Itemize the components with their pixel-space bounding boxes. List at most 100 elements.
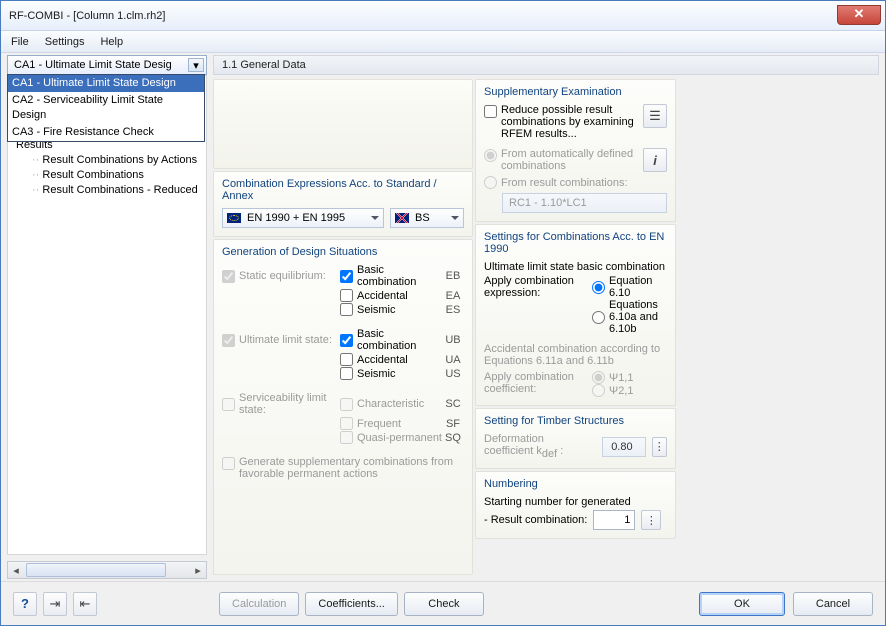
window-title: RF-COMBI - [Column 1.clm.rh2]	[9, 10, 165, 22]
numbering-pane: Numbering Starting number for generated …	[475, 471, 676, 539]
window-close-button[interactable]: ✕	[837, 5, 881, 25]
start-number-input[interactable]: 1	[593, 510, 635, 530]
content-col-a: Combination Expressions Acc. to Standard…	[213, 79, 473, 575]
tree-results-by-actions[interactable]: Result Combinations by Actions	[12, 153, 202, 168]
code-ea: EA	[442, 290, 464, 302]
eq610ab-radio-row: Equations 6.10a and 6.10b	[592, 299, 667, 335]
kdef-pick-icon[interactable]: ⋮	[652, 437, 667, 457]
case-option-ca3[interactable]: CA3 - Fire Resistance Check	[8, 124, 204, 141]
supplementary-exam-header: Supplementary Examination	[484, 86, 667, 98]
content-col-b: Supplementary Examination Reduce possibl…	[475, 79, 676, 575]
uls-check[interactable]: Ultimate limit state:	[222, 334, 340, 347]
cancel-button[interactable]: Cancel	[793, 592, 873, 616]
sc-characteristic-check[interactable]: Characteristic	[340, 398, 442, 411]
coefficients-button[interactable]: Coefficients...	[305, 592, 397, 616]
check-button[interactable]: Check	[404, 592, 484, 616]
calculation-button[interactable]: Calculation	[219, 592, 299, 616]
psi21-radio[interactable]	[592, 384, 605, 397]
sq-quasi-check[interactable]: Quasi-permanent	[340, 431, 442, 444]
numbering-line1: Starting number for generated	[484, 496, 667, 508]
result-combo-select[interactable]: RC1 - 1.10*LC1	[502, 193, 667, 213]
help-button[interactable]: ?	[13, 592, 37, 616]
reduce-results-check[interactable]: Reduce possible result combinations by e…	[484, 104, 639, 140]
content-empty-right	[678, 79, 879, 575]
export-icon[interactable]: ⇤	[73, 592, 97, 616]
from-auto-radio[interactable]	[484, 149, 497, 162]
case-option-ca1[interactable]: CA1 - Ultimate Limit State Design	[8, 75, 204, 92]
standard-select-text: EN 1990 + EN 1995	[247, 212, 345, 224]
case-dropdown: CA1 - Ultimate Limit State Design CA2 - …	[7, 74, 205, 142]
us-seismic-check[interactable]: Seismic	[340, 367, 442, 380]
numbering-header: Numbering	[484, 478, 667, 490]
ub-basic-check[interactable]: Basic combination	[340, 328, 442, 352]
ua-accidental-check[interactable]: Accidental	[340, 353, 442, 366]
menu-bar: File Settings Help	[1, 31, 885, 53]
code-ua: UA	[442, 354, 464, 366]
body-row: CA1 - Ultimate Limit State Desig ▾ CA1 -…	[1, 53, 885, 581]
timber-header: Setting for Timber Structures	[484, 415, 667, 427]
code-us: US	[442, 368, 464, 380]
code-sc: SC	[442, 398, 464, 410]
menu-settings[interactable]: Settings	[45, 36, 85, 48]
chevron-down-icon	[371, 216, 379, 220]
annex-select-text: BS	[415, 212, 430, 224]
apply-coef-label: Apply combination coefficient:	[484, 371, 584, 397]
menu-help[interactable]: Help	[100, 36, 123, 48]
title-bar: RF-COMBI - [Column 1.clm.rh2] ✕	[1, 1, 885, 31]
sf-frequent-check[interactable]: Frequent	[340, 417, 442, 430]
import-icon[interactable]: ⇥	[43, 592, 67, 616]
annex-select[interactable]: BS	[390, 208, 464, 228]
eq610ab-radio[interactable]	[592, 311, 605, 324]
case-option-ca2[interactable]: CA2 - Serviceability Limit State Design	[8, 92, 204, 124]
empty-pane	[213, 79, 473, 169]
tree-results-reduced[interactable]: Result Combinations - Reduced	[12, 183, 202, 198]
menu-file[interactable]: File	[11, 36, 29, 48]
scroll-right-icon: ▸	[190, 562, 206, 578]
eq610-radio[interactable]	[592, 281, 605, 294]
from-result-radio[interactable]	[484, 176, 497, 189]
result-combo-text: RC1 - 1.10*LC1	[509, 197, 587, 209]
code-sq: SQ	[442, 432, 464, 444]
ok-button[interactable]: OK	[699, 592, 785, 616]
tree-hscroll[interactable]: ◂ ▸	[7, 561, 207, 579]
sls-check[interactable]: Serviceability limit state:	[222, 392, 340, 416]
eu-flag-icon	[227, 213, 241, 223]
design-situations-header: Generation of Design Situations	[222, 246, 464, 258]
apply-expression-label: Apply combination expression:	[484, 275, 584, 335]
page-title: 1.1 General Data	[213, 55, 879, 75]
case-combo[interactable]: CA1 - Ultimate Limit State Desig ▾	[7, 55, 207, 75]
numbering-pick-icon[interactable]: ⋮	[641, 510, 661, 530]
right-column: 1.1 General Data Combination Expressions…	[213, 55, 879, 579]
left-column: CA1 - Ultimate Limit State Desig ▾ CA1 -…	[7, 55, 207, 579]
kdef-select[interactable]: 0.80	[602, 437, 646, 457]
content-area: Combination Expressions Acc. to Standard…	[213, 75, 879, 579]
uk-flag-icon	[395, 213, 409, 223]
tree-result-combinations[interactable]: Result Combinations	[12, 168, 202, 183]
design-situations-pane: Generation of Design Situations Static e…	[213, 239, 473, 575]
static-equilibrium-check[interactable]: Static equilibrium:	[222, 270, 340, 283]
psi11-radio[interactable]	[592, 371, 605, 384]
eq610-radio-row: Equation 6.10	[592, 275, 667, 299]
ea-accidental-check[interactable]: Accidental	[340, 289, 442, 302]
code-ub: UB	[442, 334, 464, 346]
code-eb: EB	[442, 270, 464, 282]
deformation-coef-label: Deformation coefficient kdef :	[484, 433, 590, 460]
es-seismic-check[interactable]: Seismic	[340, 303, 442, 316]
settings-en1990-pane: Settings for Combinations Acc. to EN 199…	[475, 224, 676, 406]
case-combo-text: CA1 - Ultimate Limit State Desig	[14, 59, 188, 71]
generate-supplementary-check[interactable]: Generate supplementary combinations from…	[222, 456, 464, 480]
eb-basic-check[interactable]: Basic combination	[340, 264, 442, 288]
timber-pane: Setting for Timber Structures Deformatio…	[475, 408, 676, 469]
settings-en1990-header: Settings for Combinations Acc. to EN 199…	[484, 231, 667, 255]
scroll-thumb[interactable]	[26, 563, 166, 577]
supplementary-exam-pane: Supplementary Examination Reduce possibl…	[475, 79, 676, 222]
app-window: RF-COMBI - [Column 1.clm.rh2] ✕ File Set…	[0, 0, 886, 626]
list-icon[interactable]: ☰	[643, 104, 667, 128]
footer-bar: ? ⇥ ⇤ Calculation Coefficients... Check …	[1, 581, 885, 625]
chevron-down-icon	[451, 216, 459, 220]
nav-tree-container: Actions Action Categories Results Result…	[7, 75, 207, 555]
combination-expr-header: Combination Expressions Acc. to Standard…	[222, 178, 464, 202]
info-icon[interactable]: i	[643, 148, 667, 172]
scroll-left-icon: ◂	[8, 562, 24, 578]
standard-select[interactable]: EN 1990 + EN 1995	[222, 208, 384, 228]
